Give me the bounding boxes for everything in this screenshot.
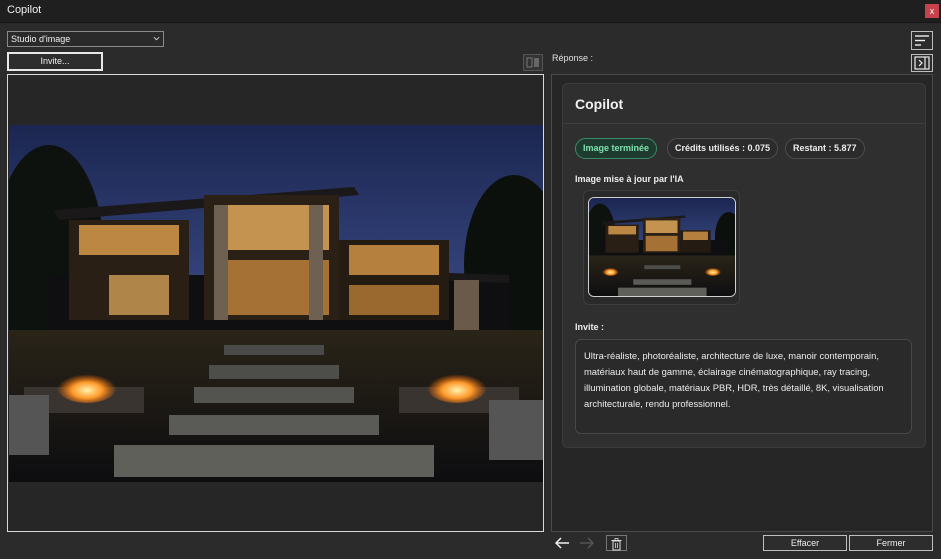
invite-section-label: Invite : [575, 322, 605, 332]
image-preview-panel [7, 74, 544, 532]
remaining-badge: Restant : 5.877 [785, 138, 865, 159]
copilot-card: Copilot Image terminée Crédits utilisés … [562, 83, 926, 448]
thumbnail-image[interactable] [588, 197, 736, 297]
close-button[interactable]: Fermer [849, 535, 933, 551]
mode-select-value: Studio d'image [11, 34, 71, 44]
arrow-left-icon[interactable] [552, 535, 572, 551]
prompt-text: Ultra-réaliste, photoréaliste, architect… [575, 339, 912, 434]
arrow-right-icon[interactable] [577, 535, 597, 551]
invite-button[interactable]: Invite... [7, 52, 103, 71]
credits-badge: Crédits utilisés : 0.075 [667, 138, 779, 159]
panel-toggle-icon[interactable] [911, 54, 933, 72]
window-title: Copilot [7, 4, 42, 16]
clear-button[interactable]: Effacer [763, 535, 847, 551]
compare-icon[interactable] [523, 54, 543, 71]
trash-icon[interactable] [606, 535, 627, 551]
mode-select[interactable]: Studio d'image [7, 31, 164, 47]
thumbnail-frame[interactable] [583, 190, 740, 305]
generated-image [9, 125, 543, 482]
image-section-label: Image mise à jour par l'IA [575, 174, 684, 184]
status-badge: Image terminée [575, 138, 658, 159]
response-panel: Copilot Image terminée Crédits utilisés … [551, 74, 933, 532]
card-title: Copilot [575, 96, 624, 112]
close-window-button[interactable]: x [925, 4, 939, 18]
reponse-label: Réponse : [552, 53, 594, 63]
title-bar: Copilot x [0, 0, 941, 23]
copilot-window: Copilot x Studio d'image Invite... Répon… [0, 0, 941, 559]
card-divider [563, 123, 925, 124]
chevron-down-icon [153, 36, 160, 41]
sort-lines-icon[interactable] [911, 31, 933, 50]
